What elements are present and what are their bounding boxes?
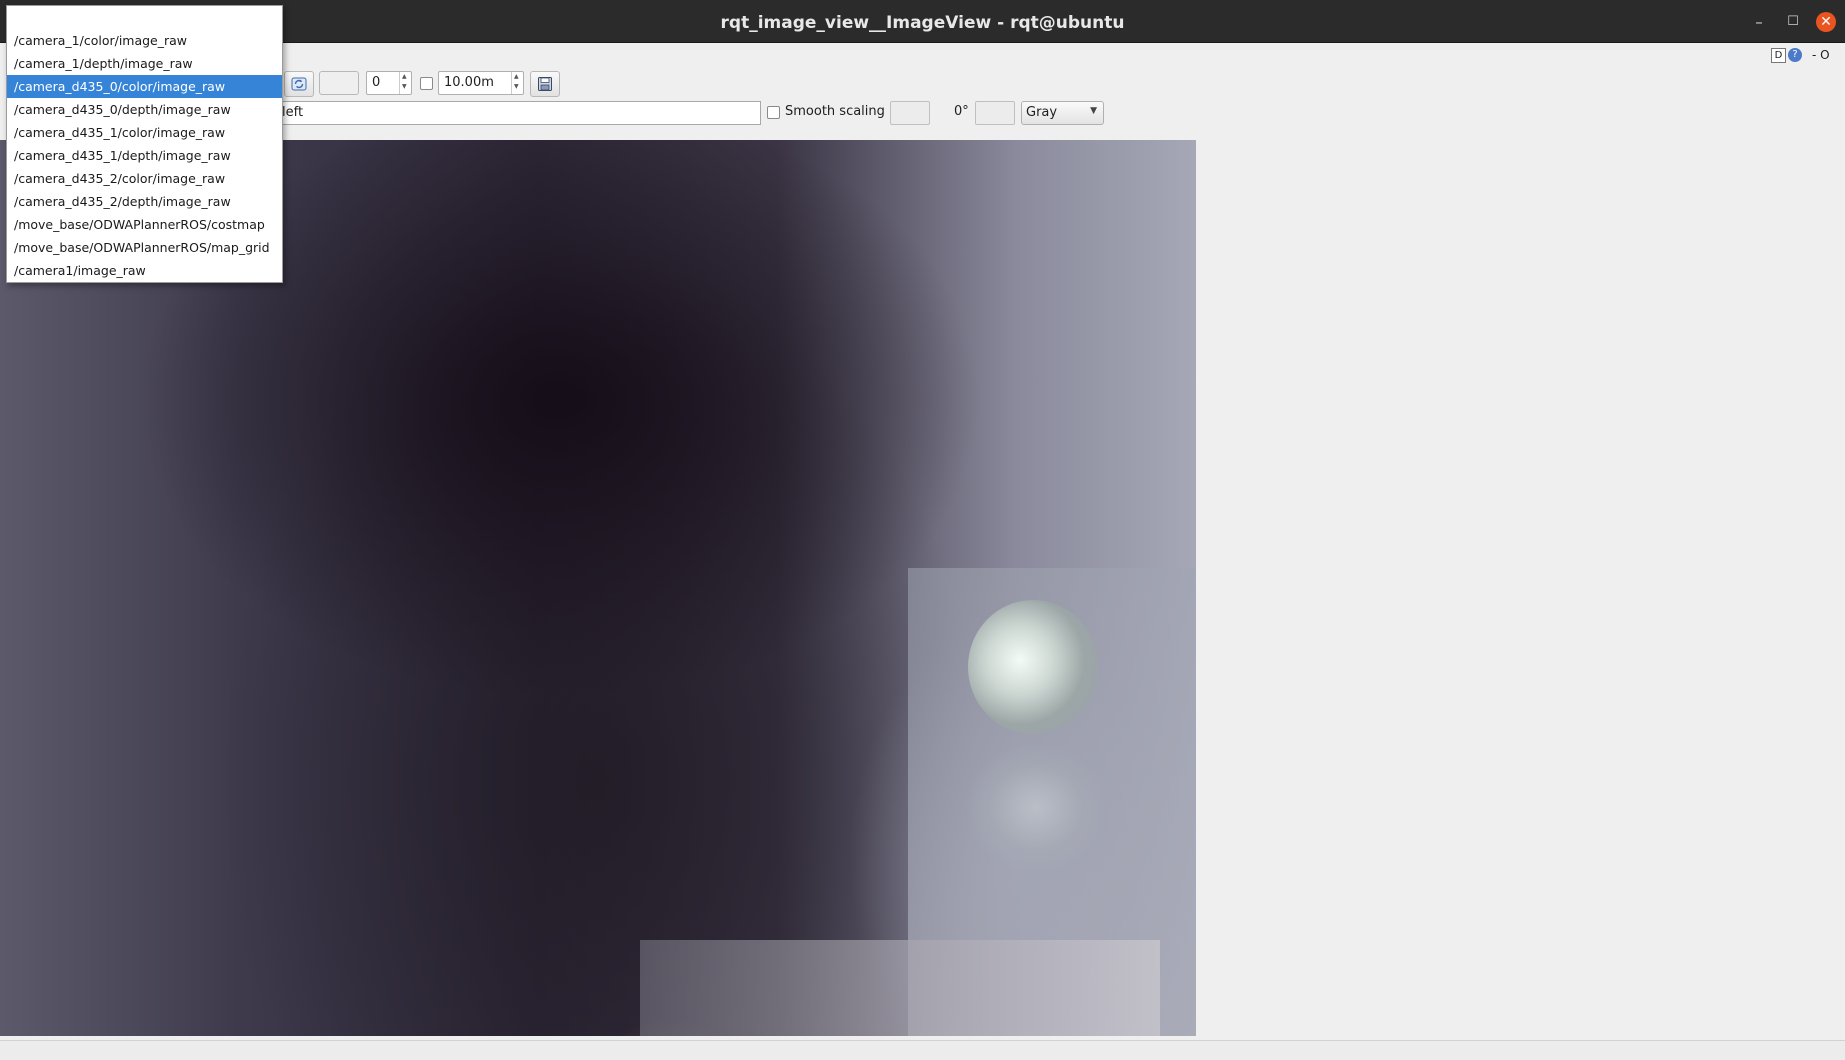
topic-option[interactable]: /move_base/ODWAPlannerROS/map_grid [7, 236, 282, 259]
topic-option[interactable]: /camera_d435_1/color/image_raw [7, 121, 282, 144]
max-distance-text: 10.00m [444, 75, 494, 90]
minimize-button[interactable]: – [1749, 12, 1769, 32]
rotation-label: 0° [954, 104, 969, 119]
max-distance-checkbox[interactable] [420, 77, 433, 90]
save-image-button[interactable] [530, 71, 560, 97]
topic-filter-field[interactable] [319, 71, 359, 95]
maximize-button[interactable]: ☐ [1783, 12, 1803, 32]
topic-option[interactable]: /camera_d435_0/depth/image_raw [7, 98, 282, 121]
max-distance-spinbox[interactable]: 10.00m ▲ ▼ [438, 71, 524, 95]
topic-option[interactable]: /camera_d435_2/color/image_raw [7, 167, 282, 190]
rotate-left-button[interactable] [890, 101, 930, 125]
status-bar [0, 1040, 1845, 1060]
help-icon[interactable]: ? [1788, 48, 1802, 62]
value-spinbox-text: 0 [372, 75, 381, 90]
topic-option[interactable]: /camera_1/color/image_raw [7, 29, 282, 52]
smooth-scaling-checkbox[interactable] [767, 106, 780, 119]
colormap-value: Gray [1026, 105, 1058, 120]
smooth-scaling-label: Smooth scaling [785, 104, 885, 119]
chevron-down-icon: ▼ [1090, 106, 1097, 116]
plugin-corner-controls: D ? - O [1771, 47, 1830, 63]
rotate-right-button[interactable] [975, 101, 1015, 125]
topic-name-field[interactable]: left [276, 101, 761, 125]
topic-option[interactable]: /camera_1/depth/image_raw [7, 52, 282, 75]
spinbox-arrows[interactable]: ▲ ▼ [399, 72, 411, 94]
topic-option[interactable] [7, 6, 282, 29]
close-button[interactable]: ✕ [1816, 12, 1836, 32]
topic-option[interactable]: /camera_d435_0/color/image_raw [7, 75, 282, 98]
topic-dropdown-list[interactable]: /camera_1/color/image_raw/camera_1/depth… [6, 5, 283, 283]
dock-toggle[interactable]: D [1771, 47, 1786, 63]
topic-option[interactable]: /camera1/image_raw [7, 259, 282, 282]
topic-option[interactable]: /camera_d435_2/depth/image_raw [7, 190, 282, 213]
topic-option[interactable]: /move_base/ODWAPlannerROS/costmap [7, 213, 282, 236]
float-toggle[interactable]: - O [1812, 48, 1830, 62]
topic-option[interactable]: /camera_d435_1/depth/image_raw [7, 144, 282, 167]
image-floor-region [640, 940, 1160, 1036]
topic-name-text: left [282, 105, 304, 120]
colormap-select[interactable]: Gray ▼ [1021, 101, 1104, 125]
save-icon [538, 77, 552, 91]
refresh-icon [291, 77, 307, 91]
image-lamp-highlight [968, 600, 1098, 734]
refresh-topics-button[interactable] [284, 71, 314, 97]
value-spinbox[interactable]: 0 ▲ ▼ [366, 71, 412, 95]
spinbox-arrows[interactable]: ▲ ▼ [511, 72, 523, 94]
